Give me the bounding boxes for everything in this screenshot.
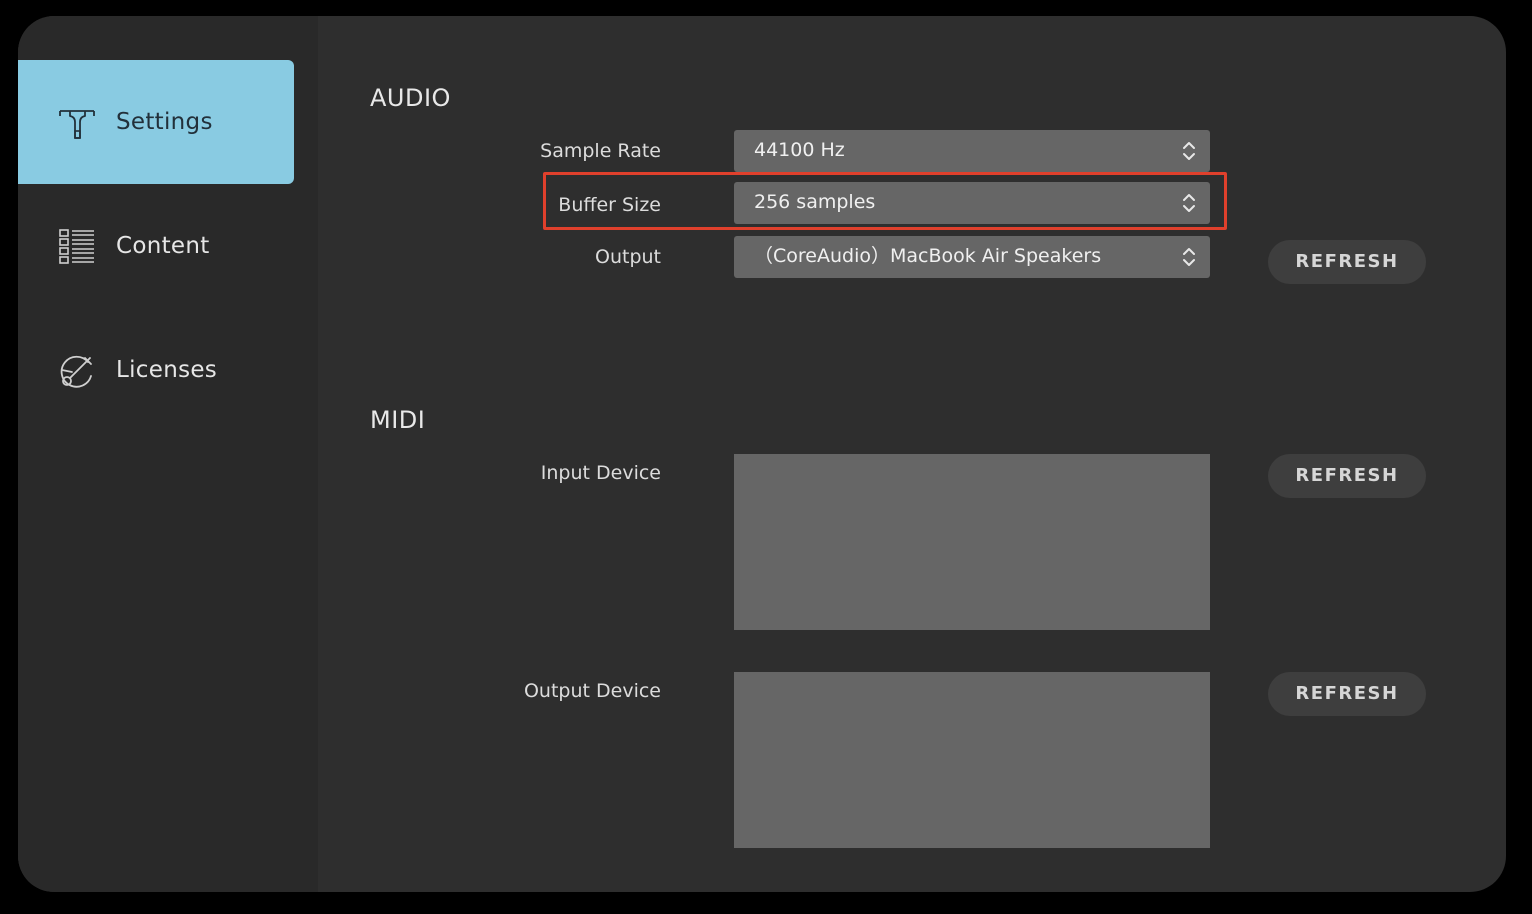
sample-rate-label: Sample Rate (540, 140, 661, 162)
midi-section-title: MIDI (370, 406, 426, 434)
output-value: （CoreAudio）MacBook Air Speakers (754, 245, 1102, 267)
sidebar-item-label: Content (116, 233, 210, 259)
chevron-updown-icon (1183, 248, 1195, 266)
wrench-icon (59, 110, 95, 139)
audio-section-title: AUDIO (370, 84, 451, 112)
chevron-updown-icon (1183, 142, 1195, 160)
sidebar-item-label: Settings (116, 109, 213, 135)
license-icon (60, 355, 92, 388)
midi-output-device-list[interactable] (734, 672, 1210, 848)
sidebar: Settings Content Licenses (18, 16, 318, 892)
output-select[interactable]: （CoreAudio）MacBook Air Speakers (734, 236, 1210, 278)
settings-window: Settings Content Licenses AUDIO Sample R… (18, 16, 1506, 892)
midi-input-refresh-button[interactable]: REFRESH (1268, 454, 1426, 498)
sidebar-item-licenses[interactable]: Licenses (18, 308, 294, 432)
output-device-label: Output Device (523, 680, 661, 702)
chevron-updown-icon (1183, 194, 1195, 212)
sidebar-item-label: Licenses (116, 357, 218, 383)
buffer-size-label: Buffer Size (558, 194, 661, 216)
buffer-size-select[interactable]: 256 samples (734, 182, 1210, 224)
input-device-label: Input Device (540, 462, 661, 484)
buffer-size-value: 256 samples (754, 191, 876, 213)
audio-output-refresh-button[interactable]: REFRESH (1268, 240, 1426, 284)
midi-output-refresh-button[interactable]: REFRESH (1268, 672, 1426, 716)
sidebar-item-settings[interactable]: Settings (18, 60, 294, 184)
output-label: Output (595, 246, 661, 268)
midi-input-device-list[interactable] (734, 454, 1210, 630)
sidebar-item-content[interactable]: Content (18, 184, 294, 308)
sample-rate-value: 44100 Hz (754, 139, 845, 161)
sample-rate-select[interactable]: 44100 Hz (734, 130, 1210, 172)
list-icon (59, 229, 94, 264)
